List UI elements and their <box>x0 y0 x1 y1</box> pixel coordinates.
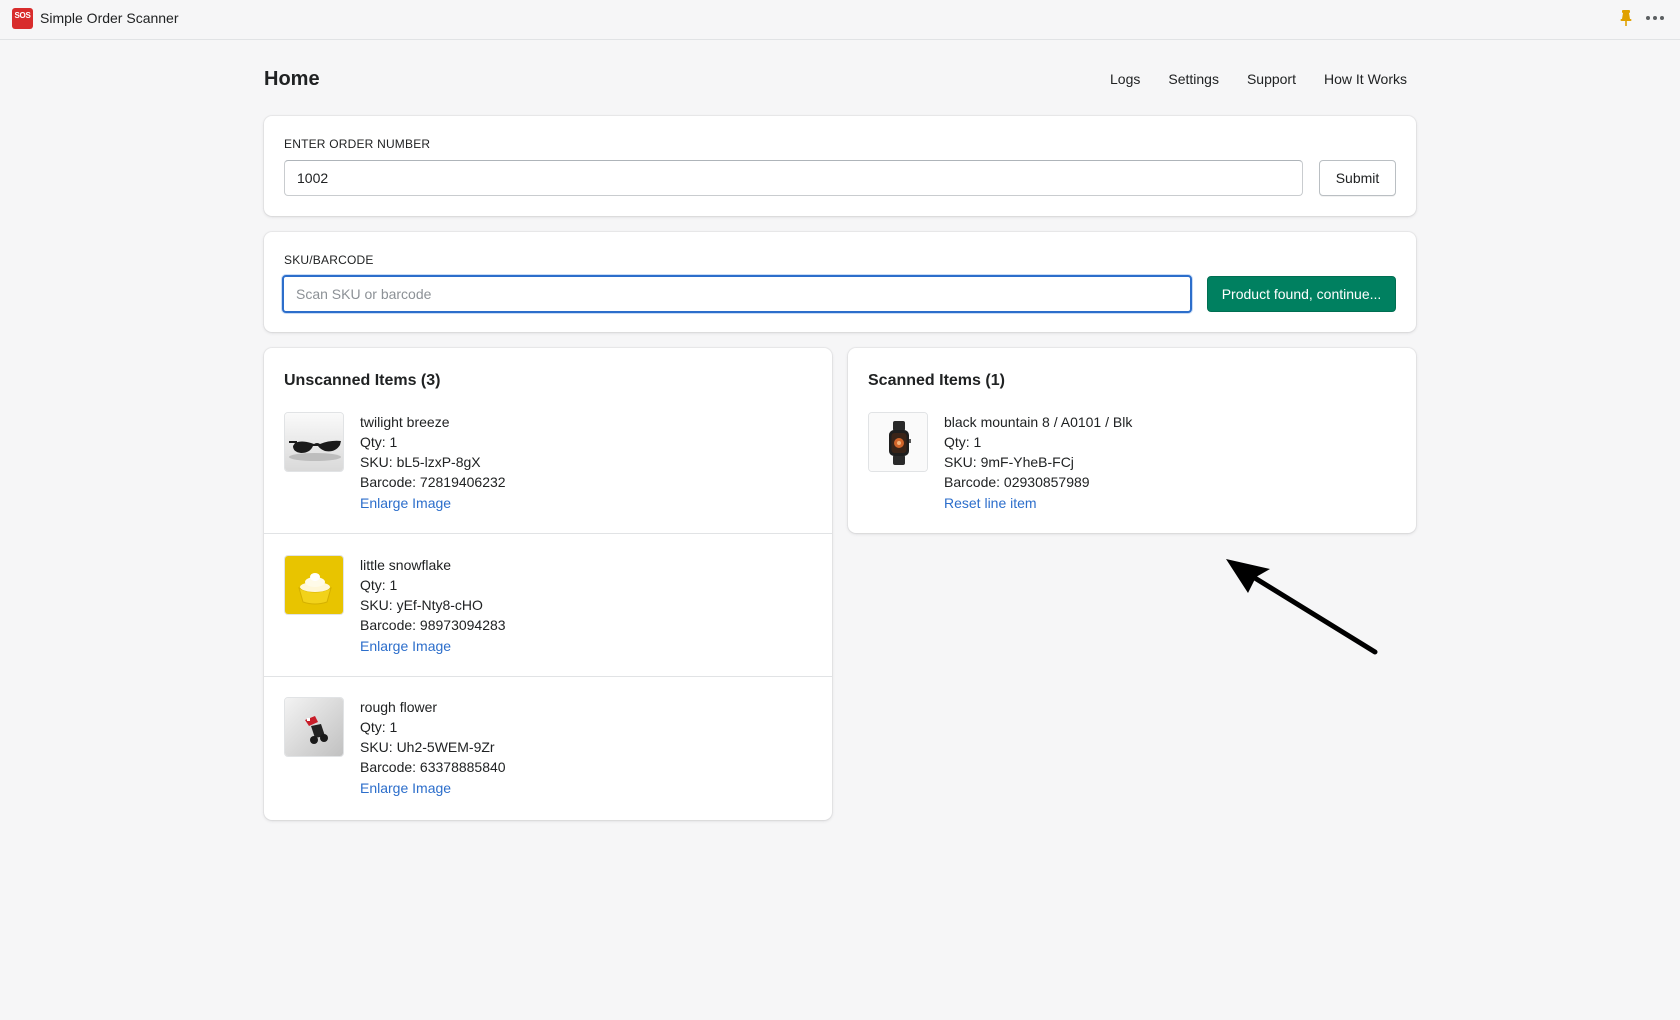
item-barcode: Barcode: 72819406232 <box>360 474 506 490</box>
app-logo-text: SOS <box>14 11 31 20</box>
list-item: rough flower Qty: 1 SKU: Uh2-5WEM-9Zr Ba… <box>264 676 832 819</box>
item-details: twilight breeze Qty: 1 SKU: bL5-lzxP-8gX… <box>360 412 506 513</box>
enlarge-image-link[interactable]: Enlarge Image <box>360 493 506 513</box>
item-name: twilight breeze <box>360 414 450 430</box>
item-barcode: Barcode: 63378885840 <box>360 759 506 775</box>
product-image-cupcake <box>284 555 344 615</box>
product-found-continue-button[interactable]: Product found, continue... <box>1207 276 1396 312</box>
header-nav: Logs Settings Support How It Works <box>1110 71 1407 87</box>
item-sku: SKU: yEf-Nty8-cHO <box>360 597 483 613</box>
app-title: Simple Order Scanner <box>40 10 179 26</box>
item-barcode: Barcode: 98973094283 <box>360 617 506 633</box>
item-name: little snowflake <box>360 557 452 573</box>
list-item: little snowflake Qty: 1 SKU: yEf-Nty8-cH… <box>264 533 832 676</box>
unscanned-items-card: Unscanned Items (3) twilight breeze Qty:… <box>264 348 832 820</box>
item-sku: SKU: bL5-lzxP-8gX <box>360 454 481 470</box>
order-number-card: ENTER ORDER NUMBER Submit <box>264 116 1416 216</box>
annotation-arrow-icon <box>1226 559 1378 655</box>
sku-barcode-card: SKU/BARCODE Product found, continue... <box>264 232 1416 332</box>
pin-icon[interactable] <box>1619 9 1633 27</box>
item-details: rough flower Qty: 1 SKU: Uh2-5WEM-9Zr Ba… <box>360 697 506 798</box>
item-details: little snowflake Qty: 1 SKU: yEf-Nty8-cH… <box>360 555 506 656</box>
list-item: black mountain 8 / A0101 / Blk Qty: 1 SK… <box>848 412 1416 555</box>
product-image-sunglasses <box>284 412 344 472</box>
submit-button[interactable]: Submit <box>1319 160 1396 196</box>
nav-logs[interactable]: Logs <box>1110 71 1140 87</box>
app-logo: SOS <box>12 8 33 29</box>
enlarge-image-link[interactable]: Enlarge Image <box>360 778 506 798</box>
enlarge-image-link[interactable]: Enlarge Image <box>360 636 506 656</box>
unscanned-items-title: Unscanned Items (3) <box>284 372 441 389</box>
scanned-items-title: Scanned Items (1) <box>868 372 1005 389</box>
order-number-input[interactable] <box>284 160 1303 196</box>
item-qty: Qty: 1 <box>944 434 982 450</box>
item-sku: SKU: 9mF-YheB-FCj <box>944 454 1074 470</box>
order-number-label: ENTER ORDER NUMBER <box>284 137 431 151</box>
page-title: Home <box>264 68 320 90</box>
product-image-smartwatch <box>868 412 928 472</box>
item-qty: Qty: 1 <box>360 434 398 450</box>
nav-settings[interactable]: Settings <box>1168 71 1219 87</box>
more-icon[interactable] <box>1644 8 1666 28</box>
sku-barcode-label: SKU/BARCODE <box>284 253 374 267</box>
scanned-items-card: Scanned Items (1) black mountain 8 / A01… <box>848 348 1416 533</box>
item-name: rough flower <box>360 699 438 715</box>
reset-line-item-link[interactable]: Reset line item <box>944 493 1132 513</box>
item-details: black mountain 8 / A0101 / Blk Qty: 1 SK… <box>944 412 1132 513</box>
item-name: black mountain 8 / A0101 / Blk <box>944 414 1133 430</box>
item-qty: Qty: 1 <box>360 719 398 735</box>
item-barcode: Barcode: 02930857989 <box>944 474 1090 490</box>
app-topbar: SOS Simple Order Scanner <box>0 0 1680 40</box>
sku-barcode-input[interactable] <box>282 275 1192 313</box>
nav-how-it-works[interactable]: How It Works <box>1324 71 1407 87</box>
item-sku: SKU: Uh2-5WEM-9Zr <box>360 739 495 755</box>
item-qty: Qty: 1 <box>360 577 398 593</box>
nav-support[interactable]: Support <box>1247 71 1296 87</box>
product-image-toy <box>284 697 344 757</box>
